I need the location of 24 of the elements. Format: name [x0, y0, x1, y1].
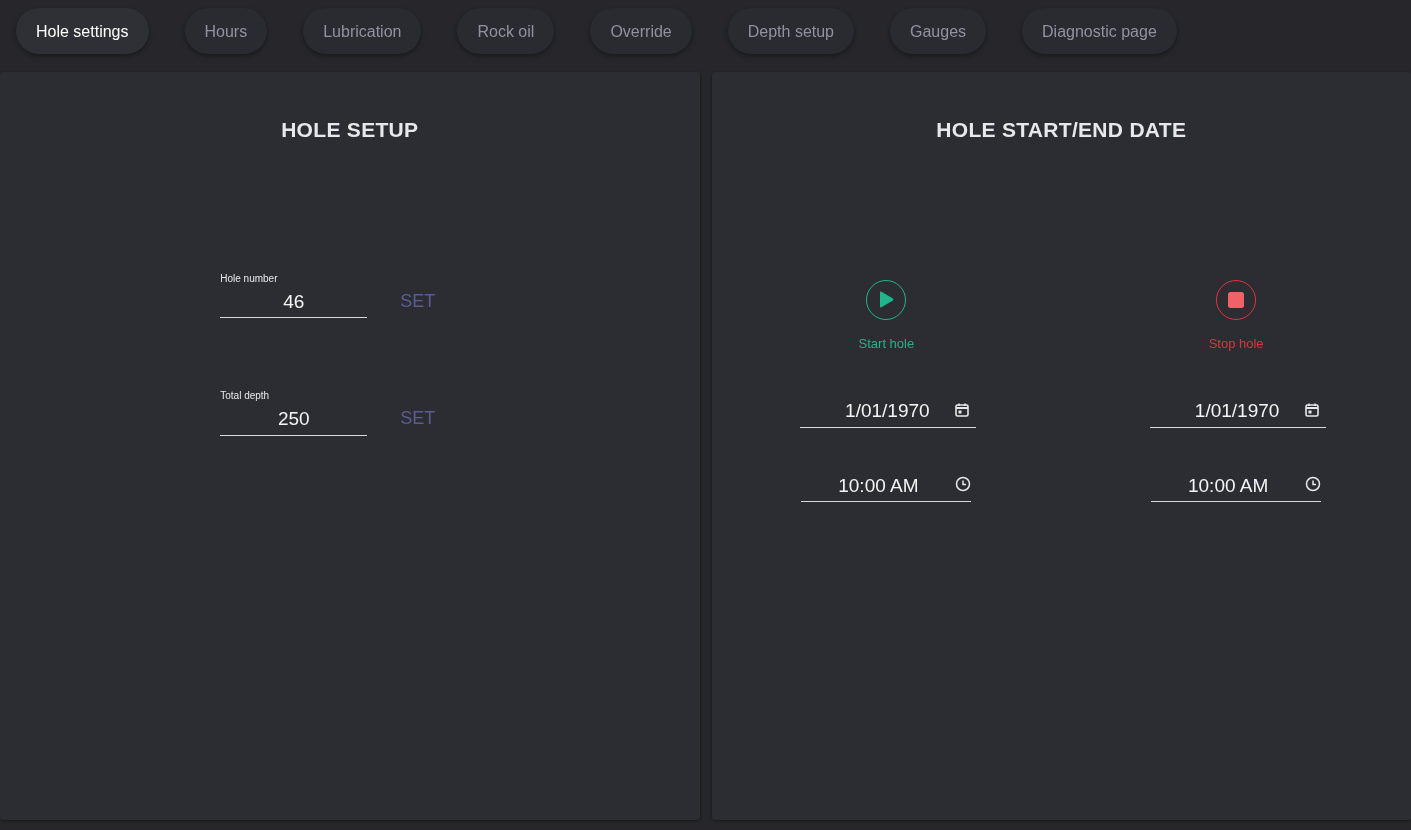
- play-icon: [878, 291, 894, 308]
- tab[interactable]: Hours: [184, 8, 268, 54]
- stop-icon: [1228, 291, 1245, 308]
- tab[interactable]: Depth setup: [727, 8, 854, 54]
- clock-icon[interactable]: [955, 476, 972, 493]
- tab[interactable]: Lubrication: [303, 8, 422, 54]
- tab[interactable]: Override: [590, 8, 692, 54]
- clock-icon[interactable]: [1305, 476, 1322, 493]
- tab[interactable]: Rock oil: [457, 8, 555, 54]
- date-field[interactable]: 1/01/1970: [800, 397, 955, 427]
- tab[interactable]: Gauges: [890, 8, 987, 54]
- field-label: Total depth: [220, 389, 271, 403]
- tab[interactable]: Diagnostic page: [1022, 8, 1177, 54]
- field-label: Hole number: [220, 271, 279, 286]
- tab[interactable]: Hole settings: [16, 8, 149, 54]
- time-field[interactable]: 10:00 AM: [801, 471, 956, 501]
- panel-title: HOLE START/END DATE: [936, 117, 1187, 143]
- time-field[interactable]: 10:00 AM: [1151, 471, 1306, 501]
- calendar-icon[interactable]: [954, 401, 971, 418]
- calendar-icon[interactable]: [1304, 401, 1321, 418]
- panel-title: HOLE SETUP: [281, 117, 419, 143]
- action-label: Stop hole: [1208, 334, 1264, 353]
- date-field[interactable]: 1/01/1970: [1150, 397, 1305, 427]
- action-label: Start hole: [858, 334, 915, 353]
